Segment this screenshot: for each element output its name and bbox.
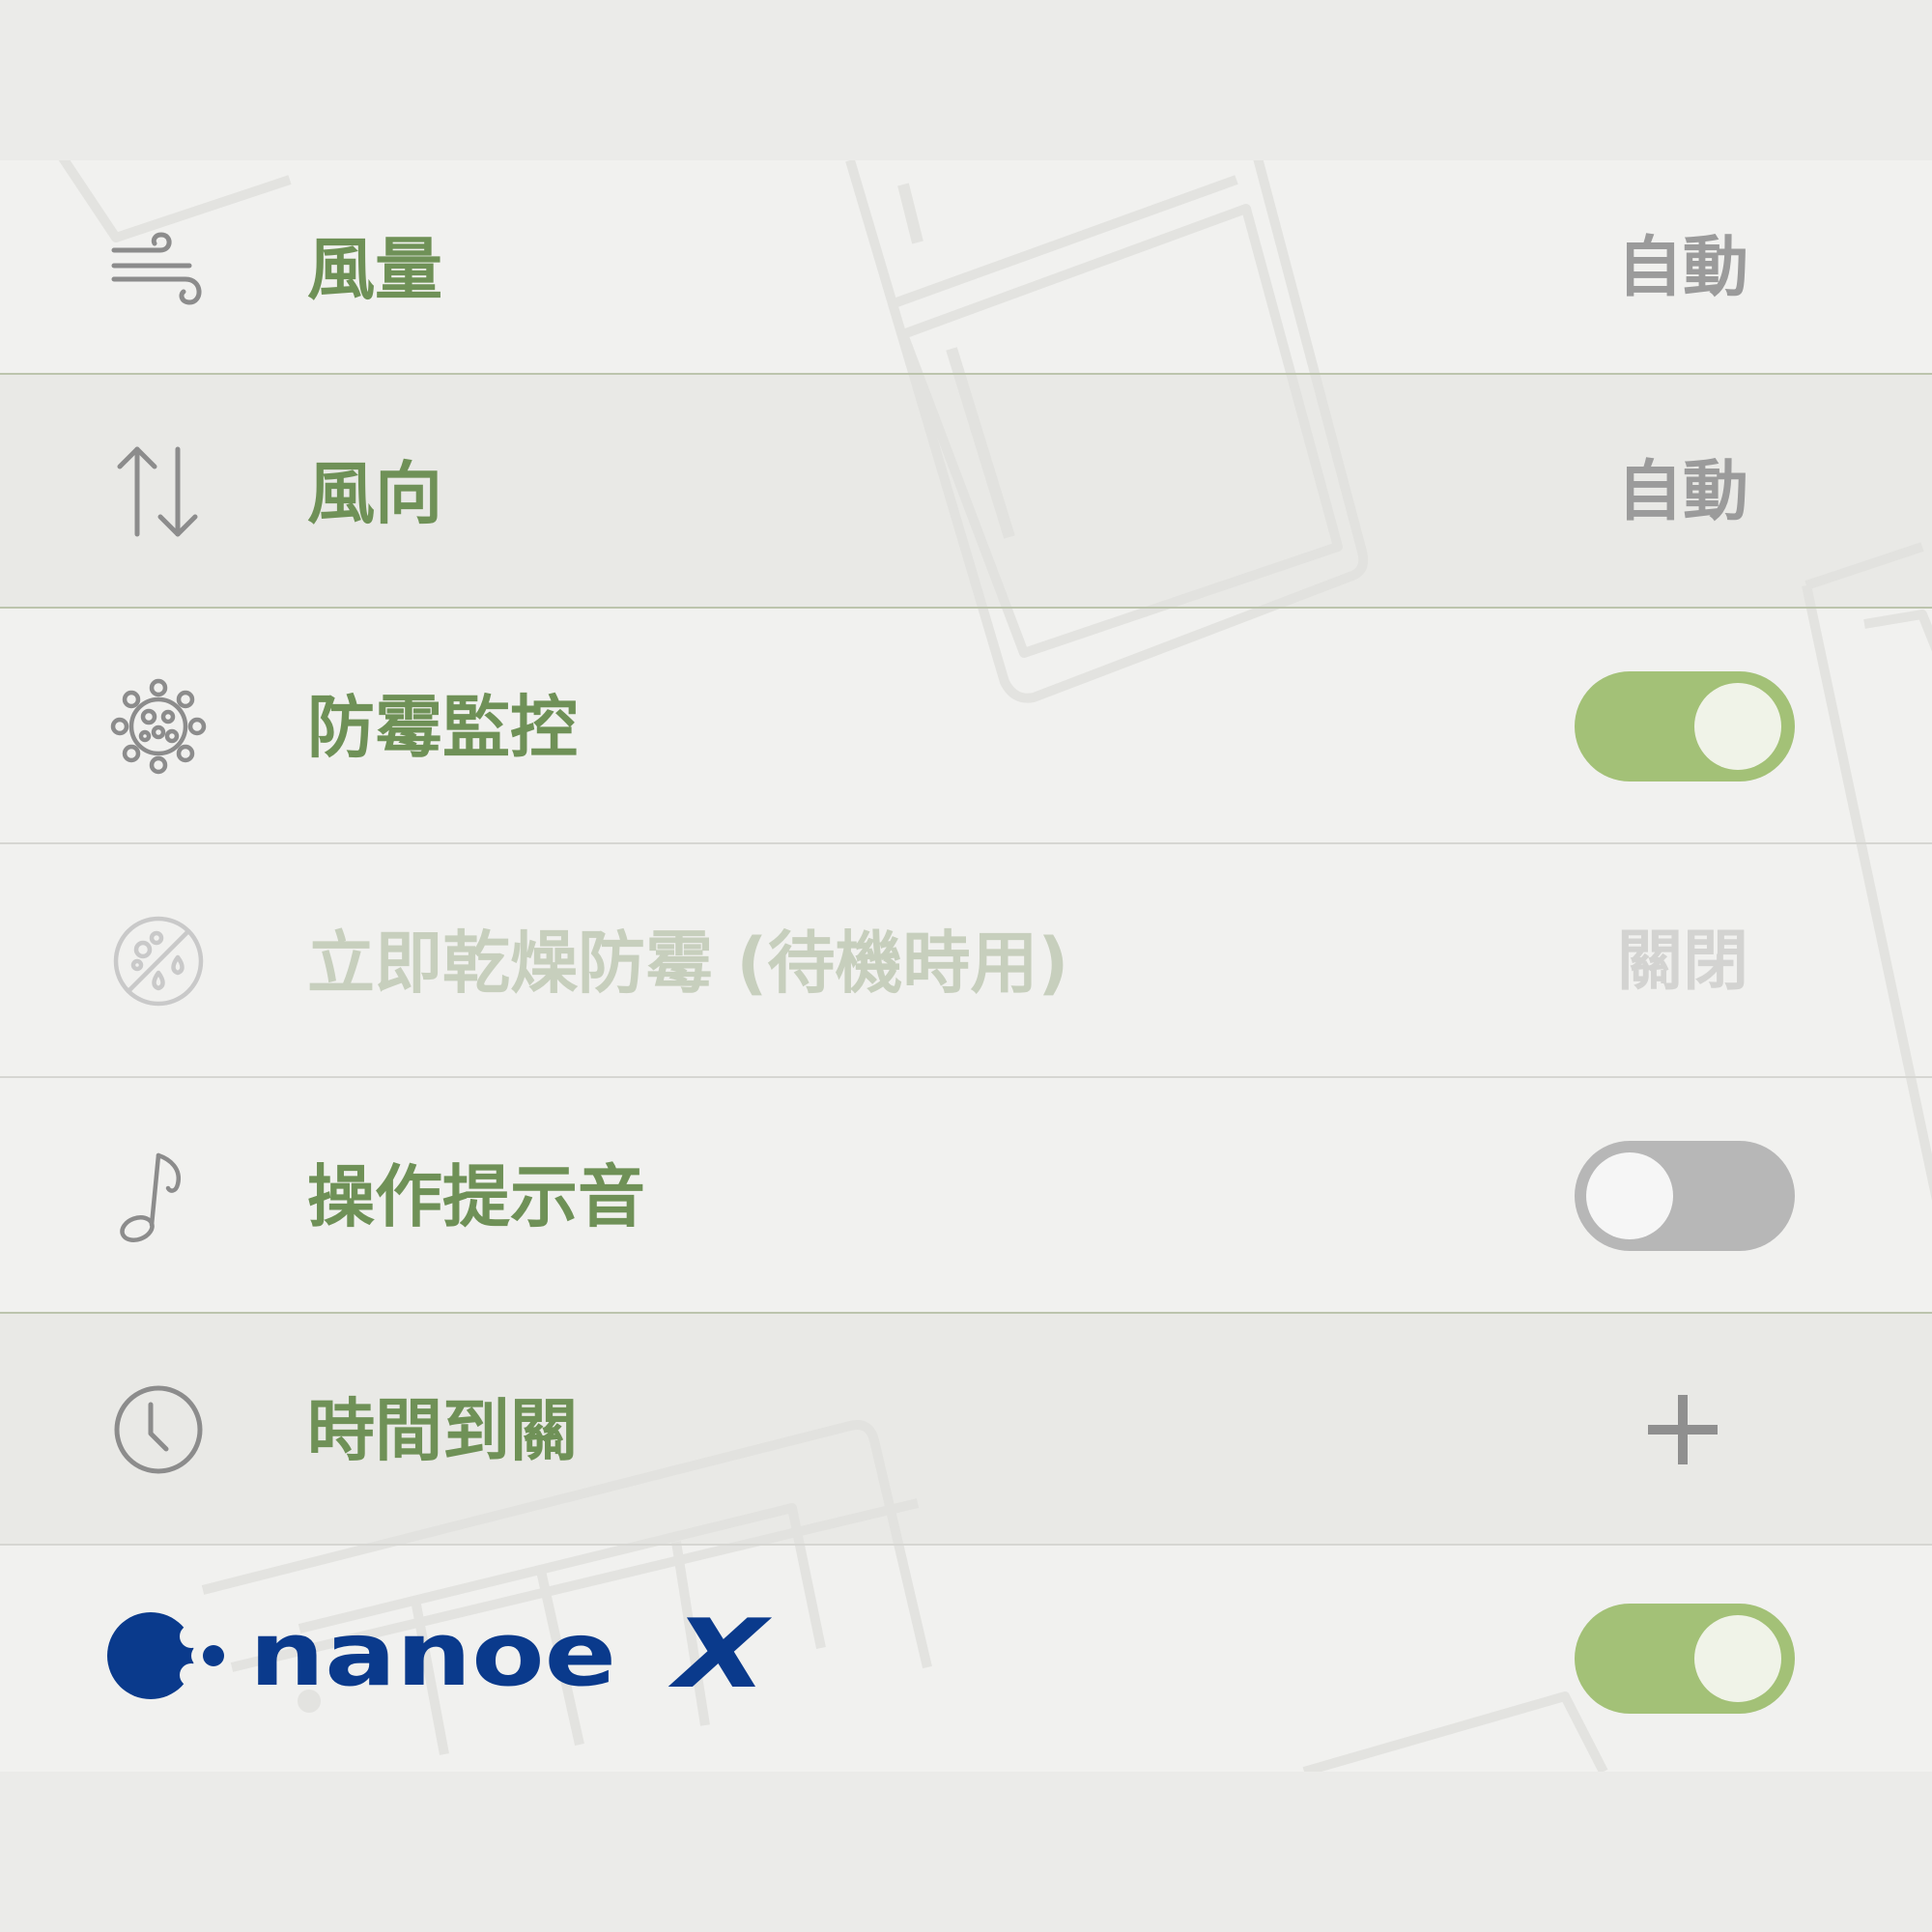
fan-speed-label: 風量 <box>307 230 442 309</box>
mold-drop-circle-icon <box>108 911 209 1011</box>
mold-monitor-toggle[interactable] <box>1575 671 1795 781</box>
nanoe-x-logo: nanoe X <box>104 1607 781 1704</box>
operation-sound-label: 操作提示音 <box>307 1157 645 1236</box>
toggle-knob <box>1694 683 1781 770</box>
off-timer-label: 時間到關 <box>307 1391 578 1470</box>
music-note-icon <box>108 1146 209 1246</box>
toggle-knob <box>1586 1152 1673 1239</box>
clock-icon <box>108 1379 209 1480</box>
toggle-knob <box>1694 1615 1781 1702</box>
operation-sound-row: 操作提示音 <box>0 1078 1932 1314</box>
wind-icon <box>108 217 209 318</box>
off-timer-row[interactable]: 時間到關 <box>0 1314 1932 1546</box>
nanoe-x-toggle[interactable] <box>1575 1604 1795 1714</box>
wind-direction-value: 自動 <box>1616 454 1748 530</box>
mold-cell-icon <box>108 676 209 777</box>
svg-text:nanoe: nanoe <box>249 1607 616 1704</box>
operation-sound-toggle[interactable] <box>1575 1141 1795 1251</box>
svg-text:X: X <box>668 1607 773 1704</box>
fan-speed-value: 自動 <box>1616 230 1748 306</box>
fan-speed-row[interactable]: 風量 自動 <box>0 160 1932 375</box>
instant-dry-label: 立即乾燥防霉 (待機時用) <box>307 923 1069 1003</box>
mold-monitor-row: 防霉監控 <box>0 609 1932 844</box>
instant-dry-row[interactable]: 立即乾燥防霉 (待機時用) 關閉 <box>0 844 1932 1078</box>
mold-monitor-label: 防霉監控 <box>307 688 578 767</box>
wind-direction-row[interactable]: 風向 自動 <box>0 375 1932 609</box>
plus-icon[interactable] <box>1648 1395 1718 1464</box>
up-down-arrows-icon <box>108 441 209 542</box>
instant-dry-value: 關閉 <box>1616 923 1748 1000</box>
nanoe-x-row: nanoe X <box>0 1546 1932 1772</box>
wind-direction-label: 風向 <box>307 454 442 533</box>
settings-panel: 風量 自動 風向 自動 防霉監控 立即乾燥防霉 (待機時用) 關閉 操作提示音 … <box>0 160 1932 1772</box>
